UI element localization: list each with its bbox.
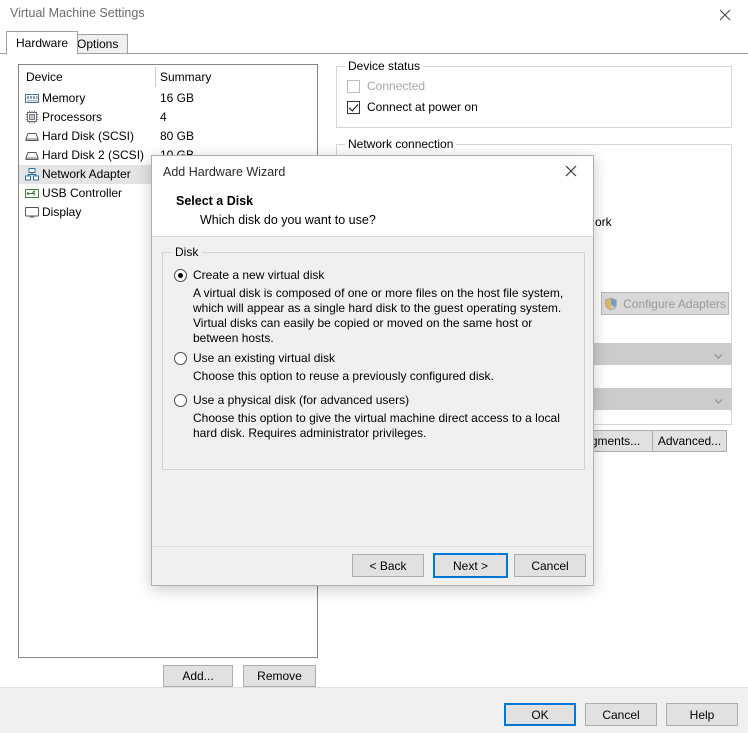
wizard-footer: < Back Next > Cancel	[152, 546, 593, 585]
processor-icon	[24, 110, 40, 125]
close-icon-glyph	[719, 9, 731, 21]
wizard-heading: Select a Disk	[176, 194, 254, 208]
chevron-down-icon	[714, 350, 723, 359]
tab-strip: Hardware Options	[0, 31, 748, 55]
next-button[interactable]: Next >	[433, 553, 508, 578]
usb-controller-icon	[24, 186, 40, 201]
device-summary: 16 GB	[160, 91, 195, 105]
device-name: Memory	[42, 91, 86, 105]
chevron-down-icon	[714, 395, 723, 404]
network-adapter-icon	[24, 167, 40, 182]
table-row[interactable]: Hard Disk (SCSI) 80 GB	[19, 127, 317, 146]
option-label: Create a new virtual disk	[193, 268, 325, 282]
option-label: Use an existing virtual disk	[193, 351, 336, 365]
display-icon	[24, 205, 40, 220]
remove-button[interactable]: Remove	[243, 665, 316, 687]
network-connection-legend: Network connection	[345, 137, 457, 151]
table-row[interactable]: Processors 4	[19, 108, 317, 127]
back-button[interactable]: < Back	[352, 554, 424, 577]
radio-use-existing-virtual-disk[interactable]	[174, 352, 187, 365]
option-description: Choose this option to reuse a previously…	[193, 369, 494, 383]
option-description: A virtual disk is composed of one or mor…	[193, 286, 564, 345]
shield-icon	[604, 297, 618, 311]
option-description: Choose this option to give the virtual m…	[193, 411, 560, 440]
configure-adapters-button[interactable]: Configure Adapters	[601, 292, 729, 315]
add-button[interactable]: Add...	[163, 665, 233, 687]
connect-at-power-on-checkbox-row[interactable]: Connect at power on	[347, 100, 478, 114]
wizard-title: Add Hardware Wizard	[163, 165, 286, 179]
device-status-legend: Device status	[345, 59, 424, 73]
device-name: Network Adapter	[42, 167, 131, 181]
window-title: Virtual Machine Settings	[10, 6, 145, 20]
table-row[interactable]: Memory 16 GB	[19, 89, 317, 108]
wizard-header: Add Hardware Wizard Select a Disk Which …	[152, 156, 593, 237]
option-use-existing-virtual-disk[interactable]: Use an existing virtual disk Choose this…	[174, 351, 574, 384]
device-name: Processors	[42, 110, 103, 124]
hard-disk-icon	[24, 148, 40, 163]
network-option-partial-label: ork	[595, 215, 612, 229]
device-summary: 80 GB	[160, 129, 195, 143]
configure-adapters-label: Configure Adapters	[623, 296, 726, 311]
device-status-group: Device status Connected Connect at power…	[336, 59, 732, 128]
disk-options-group: Disk Create a new virtual disk A virtual…	[162, 245, 585, 470]
connected-label: Connected	[367, 79, 426, 93]
connected-checkbox[interactable]	[347, 79, 360, 93]
option-create-new-virtual-disk[interactable]: Create a new virtual disk A virtual disk…	[174, 268, 574, 346]
device-name: Display	[42, 205, 82, 219]
close-icon-glyph	[565, 165, 577, 177]
cancel-button[interactable]: Cancel	[585, 703, 657, 726]
help-button[interactable]: Help	[666, 703, 738, 726]
device-name: USB Controller	[42, 186, 123, 200]
close-icon[interactable]	[702, 0, 748, 30]
connect-at-power-on-checkbox[interactable]	[347, 100, 360, 114]
close-icon[interactable]	[549, 156, 593, 186]
wizard-cancel-button[interactable]: Cancel	[514, 554, 586, 577]
option-use-physical-disk[interactable]: Use a physical disk (for advanced users)…	[174, 393, 574, 441]
option-label: Use a physical disk (for advanced users)	[193, 393, 410, 407]
add-hardware-wizard-dialog: Add Hardware Wizard Select a Disk Which …	[151, 155, 594, 586]
device-name: Hard Disk (SCSI)	[42, 129, 135, 143]
connected-checkbox-row[interactable]: Connected	[347, 79, 425, 93]
column-header-summary: Summary	[160, 70, 212, 84]
window-title-bar: Virtual Machine Settings	[0, 0, 748, 30]
wizard-body: Disk Create a new virtual disk A virtual…	[152, 237, 593, 549]
memory-icon	[24, 91, 40, 106]
device-summary: 4	[160, 110, 167, 124]
device-name: Hard Disk 2 (SCSI)	[42, 148, 145, 162]
column-header-device: Device	[26, 70, 63, 84]
tab-hardware[interactable]: Hardware	[6, 31, 79, 55]
advanced-button[interactable]: Advanced...	[652, 430, 727, 452]
ok-button[interactable]: OK	[504, 703, 576, 726]
radio-row[interactable]: Create a new virtual disk	[174, 268, 574, 282]
radio-row[interactable]: Use a physical disk (for advanced users)	[174, 393, 574, 407]
connect-at-power-on-label: Connect at power on	[367, 100, 478, 114]
hard-disk-icon	[24, 129, 40, 144]
radio-create-new-virtual-disk[interactable]	[174, 269, 187, 282]
wizard-subheading: Which disk do you want to use?	[200, 213, 376, 227]
device-list-header: Device Summary	[19, 65, 317, 89]
disk-group-legend: Disk	[171, 245, 203, 259]
radio-use-physical-disk[interactable]	[174, 394, 187, 407]
radio-row[interactable]: Use an existing virtual disk	[174, 351, 574, 365]
column-divider	[155, 67, 156, 87]
tab-hardware-label: Hardware	[16, 36, 69, 50]
tab-options-label: Options	[77, 37, 119, 51]
